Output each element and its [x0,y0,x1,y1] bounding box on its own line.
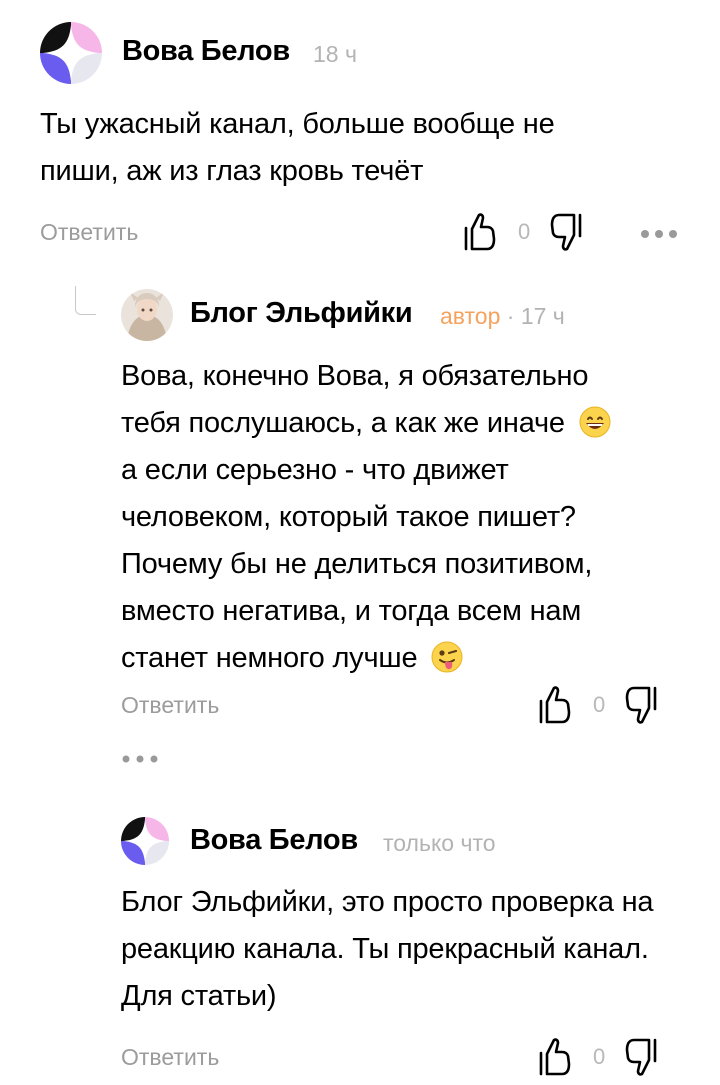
thumbs-up-icon[interactable] [537,1037,571,1077]
avatar[interactable] [121,817,169,865]
comment-text-line: тебя послушаюсь, а как же иначе [121,400,661,447]
winking-face-with-tongue-emoji-icon [431,641,463,673]
likes-count: 0 [593,1044,606,1069]
thumbs-up-icon[interactable] [537,685,571,725]
comment-2: Блог Эльфийки автор · 17 ч Вова, конечно… [0,270,720,780]
thumbs-down-icon[interactable] [550,212,584,252]
pinwheel-avatar-icon [40,22,102,84]
thumbs-down-icon[interactable] [625,1037,659,1077]
thumbs-up-icon[interactable] [462,212,496,252]
author-name[interactable]: Блог Эльфийки [190,297,413,330]
comment-time: только что [383,830,496,856]
comment-time: 18 ч [313,41,357,67]
reply-button[interactable]: Ответить [121,692,219,719]
comment-text-rest: а если серьезно - что движет человеком, … [121,454,593,674]
reply-button[interactable]: Ответить [121,1044,219,1071]
vote-group: 0 [537,1037,659,1077]
pinwheel-avatar-icon [121,817,169,865]
thumbs-down-icon[interactable] [625,685,659,725]
likes-count: 0 [593,692,606,717]
portrait-avatar-icon [121,289,173,341]
author-name[interactable]: Вова Белов [122,35,290,68]
comment-meta: автор · 17 ч [440,303,565,330]
comment-text-line: Вова, конечно Вова, я обязательно [121,360,589,392]
author-name[interactable]: Вова Белов [190,824,358,857]
meta-separator: · [506,303,515,329]
comment-3: Вова Белов только что Блог Эльфийки, это… [0,780,720,1085]
avatar[interactable] [40,22,102,84]
comment-time: 17 ч [520,303,565,329]
more-options-icon[interactable] [640,229,678,239]
author-badge: автор [440,303,501,329]
more-options-icon[interactable] [121,754,159,764]
comment-text: Вова, конечно Вова, я обязательно тебя п… [121,353,661,682]
grinning-face-emoji-icon [579,406,611,438]
avatar[interactable] [121,289,173,341]
comment-text: Ты ужасный канал, больше вообще не пиши,… [40,108,555,187]
reply-button[interactable]: Ответить [40,219,138,246]
vote-group: 0 [537,685,659,725]
comment-text: Блог Эльфийки, это просто проверка на ре… [121,886,654,1012]
comment-1: Вова Белов 18 ч Ты ужасный канал, больше… [0,0,720,270]
likes-count: 0 [518,219,531,244]
vote-group: 0 [462,212,584,252]
